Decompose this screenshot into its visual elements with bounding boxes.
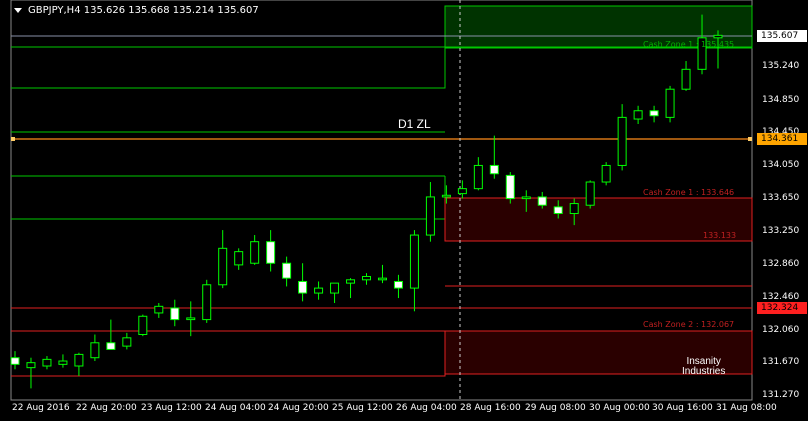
candle-body xyxy=(42,358,52,367)
d1-price-tag: 134.361 xyxy=(757,133,807,145)
time-tick: 29 Aug 08:00 xyxy=(525,403,586,413)
candle-body xyxy=(298,280,308,294)
cash-zone-1-lower-label: Cash Zone 1 : 133.646 xyxy=(643,188,735,197)
candle-body xyxy=(537,196,547,206)
candle-body xyxy=(282,262,292,279)
price-tick: 133.250 xyxy=(762,226,800,236)
time-tick: 26 Aug 04:00 xyxy=(396,403,457,413)
candle-body xyxy=(26,362,36,369)
current-price-tag: 135.607 xyxy=(757,30,807,42)
candle-body xyxy=(505,174,515,200)
candle-body xyxy=(154,305,164,314)
candle-body xyxy=(393,280,403,289)
candle-body xyxy=(186,317,196,321)
candle-body xyxy=(234,251,244,266)
symbol-info-text: GBPJPY,H4 135.626 135.668 135.214 135.60… xyxy=(28,5,259,16)
red-zone-outline xyxy=(11,330,446,377)
price-tick: 131.670 xyxy=(762,357,800,367)
menu-triangle-icon[interactable] xyxy=(14,7,22,13)
candle-body xyxy=(10,357,20,365)
time-tick: 22 Aug 2016 xyxy=(12,403,70,413)
candle-body xyxy=(346,279,356,284)
price-tick: 135.240 xyxy=(762,61,800,71)
time-tick: 30 Aug 00:00 xyxy=(589,403,650,413)
price-tick: 133.650 xyxy=(762,193,800,203)
red-level-price-tag: 132.324 xyxy=(757,302,807,314)
candle-body xyxy=(250,241,260,264)
time-tick: 23 Aug 12:00 xyxy=(141,403,202,413)
candle-body xyxy=(601,164,611,183)
candle-body xyxy=(553,206,563,215)
candle-body xyxy=(362,275,371,281)
price-tick: 131.270 xyxy=(762,390,800,400)
candle-body xyxy=(122,337,132,347)
candle-body xyxy=(633,110,643,120)
candle-body xyxy=(330,282,340,294)
cash-zone-1-upper-label: Cash Zone 1 : 135.435 xyxy=(643,40,735,49)
candle-body xyxy=(441,194,451,198)
insanity-industries-logo: Insanity Industries xyxy=(682,357,725,377)
candle-body xyxy=(377,277,387,281)
candle-body xyxy=(138,315,148,336)
candle-body xyxy=(202,284,212,321)
candle-body xyxy=(425,196,435,236)
candle-body xyxy=(90,342,100,359)
cash-zone-2-label: Cash Zone 2 : 132.067 xyxy=(643,320,735,329)
candle-body xyxy=(489,164,499,175)
candle-body xyxy=(569,203,579,215)
candle-body xyxy=(713,34,723,39)
candle-body xyxy=(106,342,116,350)
time-tick: 30 Aug 16:00 xyxy=(652,403,713,413)
time-tick: 24 Aug 04:00 xyxy=(205,403,266,413)
time-tick: 28 Aug 16:00 xyxy=(460,403,521,413)
price-tick: 132.060 xyxy=(762,325,800,335)
time-tick: 22 Aug 20:00 xyxy=(76,403,137,413)
d1-marker-left xyxy=(11,137,15,141)
price-tick: 132.460 xyxy=(762,292,800,302)
time-tick: 31 Aug 08:00 xyxy=(716,403,777,413)
logo-line-2: Industries xyxy=(682,366,726,377)
price-axis: 135.240 134.850 134.450 134.050 133.650 … xyxy=(752,0,808,400)
candle-body xyxy=(681,68,691,90)
candle-body xyxy=(266,241,276,264)
d1-zone-label: D1 ZL xyxy=(398,117,431,131)
candle-body xyxy=(665,88,675,118)
candle-body xyxy=(457,188,467,195)
candle-body xyxy=(473,164,483,190)
candle-body xyxy=(409,234,419,289)
candle-body xyxy=(170,307,180,321)
green-zone-outline xyxy=(11,48,446,89)
candle-body xyxy=(218,247,228,286)
time-tick: 24 Aug 20:00 xyxy=(268,403,329,413)
price-tick: 132.860 xyxy=(762,259,800,269)
candle-body xyxy=(649,110,659,117)
candle-body xyxy=(58,360,68,365)
candle-body xyxy=(314,287,324,294)
candle-body xyxy=(521,196,531,200)
time-tick: 25 Aug 12:00 xyxy=(332,403,393,413)
candle-body xyxy=(74,353,84,367)
candle-body xyxy=(585,181,595,206)
price-tick: 134.850 xyxy=(762,95,800,105)
candle-body xyxy=(617,116,627,166)
price-tick: 134.050 xyxy=(762,160,800,170)
zone-lower-value-label: 133.133 xyxy=(703,231,737,240)
symbol-info-bar: GBPJPY,H4 135.626 135.668 135.214 135.60… xyxy=(14,5,259,16)
